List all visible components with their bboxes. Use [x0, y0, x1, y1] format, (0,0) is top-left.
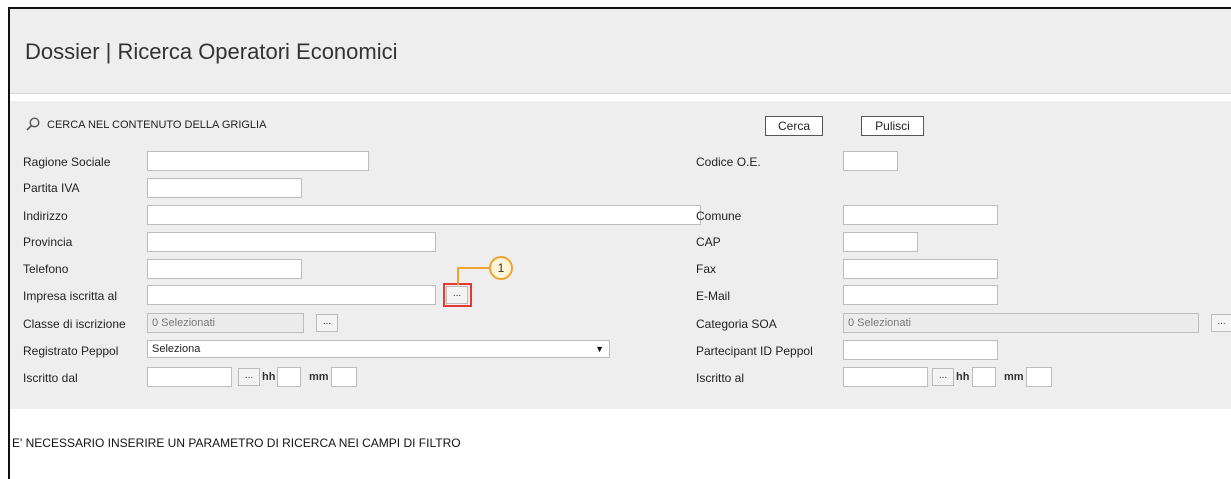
partecipant-id-peppol-label: Partecipant ID Peppol — [696, 344, 813, 358]
iscritto-dal-date-input[interactable] — [147, 367, 232, 387]
ragione-sociale-input[interactable] — [147, 151, 369, 171]
page-header: Dossier | Ricerca Operatori Economici — [10, 9, 1231, 94]
dropdown-arrow-icon: ▼ — [595, 344, 604, 354]
categoria-soa-value: 0 Selezionati — [843, 313, 1199, 333]
iscritto-al-hh-input[interactable] — [972, 367, 996, 387]
ragione-sociale-label: Ragione Sociale — [23, 155, 111, 169]
partita-iva-label: Partita IVA — [23, 181, 80, 195]
telefono-label: Telefono — [23, 262, 69, 276]
search-section-heading: CERCA NEL CONTENUTO DELLA GRIGLIA — [47, 119, 267, 131]
provincia-input[interactable] — [147, 232, 436, 252]
iscritto-dal-mm-input[interactable] — [331, 367, 357, 387]
classe-iscrizione-value: 0 Selezionati — [147, 313, 304, 333]
categoria-soa-lookup-button[interactable]: ... — [1211, 314, 1231, 332]
fax-label: Fax — [696, 262, 717, 276]
iscritto-al-hh-label: hh — [956, 371, 970, 383]
iscritto-dal-label: Iscritto dal — [23, 371, 78, 385]
classe-iscrizione-lookup-button[interactable]: ... — [316, 314, 338, 332]
callout-number-badge: 1 — [489, 256, 513, 280]
impresa-iscritta-al-input[interactable] — [147, 285, 436, 305]
iscritto-al-label: Iscritto al — [696, 371, 745, 385]
iscritto-dal-mm-label: mm — [309, 371, 329, 383]
filter-required-notice: E' NECESSARIO INSERIRE UN PARAMETRO DI R… — [12, 436, 461, 450]
email-input[interactable] — [843, 285, 998, 305]
partita-iva-input[interactable] — [147, 178, 302, 198]
cap-input[interactable] — [843, 232, 918, 252]
comune-input[interactable] — [843, 205, 998, 225]
search-panel: CERCA NEL CONTENUTO DELLA GRIGLIA Cerca … — [10, 101, 1231, 409]
iscritto-dal-hh-input[interactable] — [277, 367, 301, 387]
categoria-soa-label: Categoria SOA — [696, 317, 777, 331]
codice-oe-label: Codice O.E. — [696, 155, 761, 169]
registrato-peppol-select[interactable]: Seleziona ▼ — [147, 340, 610, 358]
iscritto-dal-calendar-button[interactable]: ... — [238, 368, 260, 386]
cap-label: CAP — [696, 235, 721, 249]
search-button[interactable]: Cerca — [765, 116, 823, 136]
iscritto-al-mm-input[interactable] — [1026, 367, 1052, 387]
clear-button[interactable]: Pulisci — [861, 116, 924, 136]
iscritto-al-calendar-button[interactable]: ... — [932, 368, 954, 386]
provincia-label: Provincia — [23, 235, 73, 249]
codice-oe-input[interactable] — [843, 151, 898, 171]
impresa-iscritta-al-label: Impresa iscritta al — [23, 289, 118, 303]
fax-input[interactable] — [843, 259, 998, 279]
iscritto-dal-hh-label: hh — [262, 371, 276, 383]
registrato-peppol-label: Registrato Peppol — [23, 344, 119, 358]
main-frame: Dossier | Ricerca Operatori Economici CE… — [8, 7, 1231, 479]
classe-iscrizione-label: Classe di iscrizione — [23, 317, 126, 331]
registrato-peppol-selected: Seleziona — [152, 343, 201, 355]
telefono-input[interactable] — [147, 259, 302, 279]
indirizzo-input[interactable] — [147, 205, 701, 225]
indirizzo-label: Indirizzo — [23, 209, 68, 223]
search-icon — [26, 117, 40, 131]
iscritto-al-mm-label: mm — [1004, 371, 1024, 383]
partecipant-id-peppol-input[interactable] — [843, 340, 998, 360]
email-label: E-Mail — [696, 289, 731, 303]
iscritto-al-date-input[interactable] — [843, 367, 928, 387]
page-title: Dossier | Ricerca Operatori Economici — [25, 39, 398, 64]
comune-label: Comune — [696, 209, 742, 223]
